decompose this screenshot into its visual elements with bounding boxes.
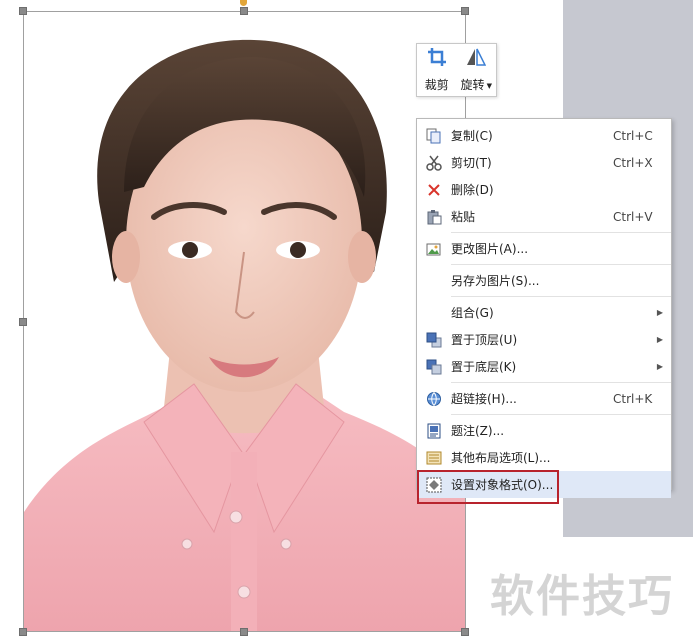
menu-item-delete[interactable]: 删除(D)	[417, 176, 671, 203]
cut-icon	[425, 154, 443, 172]
crop-icon	[427, 47, 447, 70]
menu-item-change-picture[interactable]: 更改图片(A)...	[417, 235, 671, 262]
picture-mini-toolbar: 裁剪 旋转 ▼	[416, 43, 497, 97]
menu-item-paste[interactable]: 粘贴 Ctrl+V	[417, 203, 671, 230]
bring-to-front-icon	[425, 331, 443, 349]
menu-separator	[451, 382, 671, 383]
watermark: 软件技巧	[490, 571, 674, 622]
rotate-label: 旋转	[460, 78, 485, 92]
change-picture-icon	[425, 240, 443, 258]
menu-separator	[451, 414, 671, 415]
menu-item-save-as-picture[interactable]: 另存为图片(S)...	[417, 267, 671, 294]
caption-icon	[425, 422, 443, 440]
resize-handle-bottom-right[interactable]	[461, 628, 469, 636]
menu-separator	[451, 232, 671, 233]
submenu-arrow-icon: ▶	[656, 308, 663, 317]
menu-item-send-to-back[interactable]: 置于底层(K) ▶	[417, 353, 671, 380]
send-to-back-icon	[425, 358, 443, 376]
paste-icon	[425, 208, 443, 226]
hyperlink-icon	[425, 390, 443, 408]
menu-item-bring-to-front[interactable]: 置于顶层(U) ▶	[417, 326, 671, 353]
menu-item-copy[interactable]: 复制(C) Ctrl+C	[417, 122, 671, 149]
inserted-photo[interactable]	[24, 12, 465, 632]
crop-label: 裁剪	[424, 78, 449, 92]
menu-item-format-object[interactable]: 设置对象格式(O)...	[417, 470, 671, 504]
crop-button[interactable]: 裁剪	[417, 44, 457, 96]
copy-icon	[425, 127, 443, 145]
submenu-arrow-icon: ▶	[656, 335, 663, 344]
rotate-button[interactable]: 旋转 ▼	[457, 44, 497, 96]
menu-item-hyperlink[interactable]: 超链接(H)... Ctrl+K	[417, 385, 671, 412]
resize-handle-left[interactable]	[19, 318, 27, 326]
menu-separator	[451, 296, 671, 297]
resize-handle-top-left[interactable]	[19, 7, 27, 15]
resize-handle-top[interactable]	[240, 7, 248, 15]
resize-handle-top-right[interactable]	[461, 7, 469, 15]
menu-item-group[interactable]: 组合(G) ▶	[417, 299, 671, 326]
rotate-icon	[466, 47, 487, 70]
dropdown-caret-icon: ▼	[486, 81, 492, 90]
context-menu: 复制(C) Ctrl+C 剪切(T) Ctrl+X 删除(D) 粘贴 Ctrl+…	[416, 118, 672, 504]
resize-handle-bottom[interactable]	[240, 628, 248, 636]
menu-separator	[451, 264, 671, 265]
submenu-arrow-icon: ▶	[656, 362, 663, 371]
delete-icon	[425, 181, 443, 199]
format-object-icon	[425, 476, 443, 494]
menu-item-caption[interactable]: 题注(Z)...	[417, 417, 671, 444]
layout-options-icon	[425, 449, 443, 467]
menu-item-cut[interactable]: 剪切(T) Ctrl+X	[417, 149, 671, 176]
resize-handle-bottom-left[interactable]	[19, 628, 27, 636]
menu-item-layout-options[interactable]: 其他布局选项(L)...	[417, 444, 671, 471]
